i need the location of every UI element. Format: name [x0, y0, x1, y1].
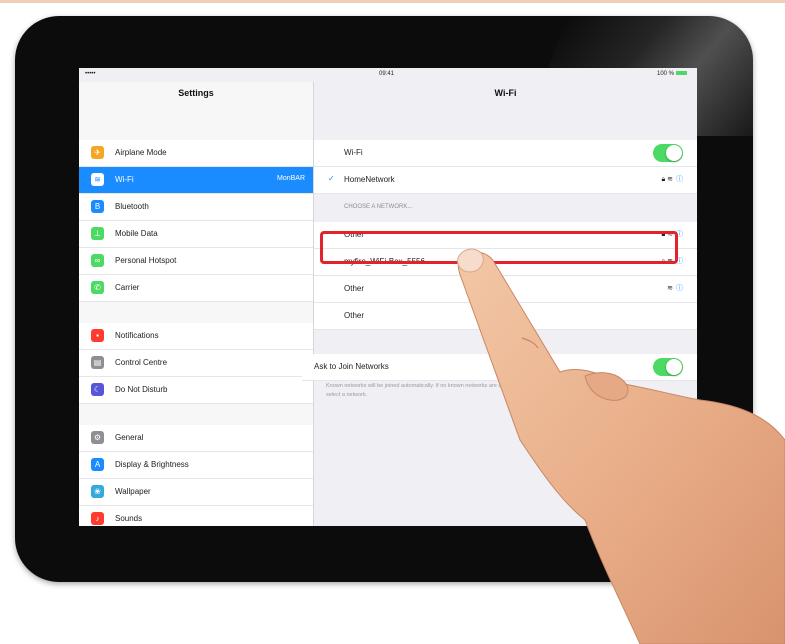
settings-item-sounds[interactable]: ♪ Sounds — [79, 506, 313, 526]
notifications-icon: ▪ — [91, 329, 104, 342]
moon-icon: ☾ — [91, 383, 104, 396]
network-status-icons: ≋ ⓘ — [667, 283, 683, 293]
phone-icon: ✆ — [91, 281, 104, 294]
network-row-other-2[interactable]: Other ≋ ⓘ — [314, 276, 697, 303]
wifi-title: Wi-Fi — [494, 88, 517, 98]
settings-item-value: MonBAR — [276, 175, 305, 182]
info-icon[interactable]: ⓘ — [676, 285, 683, 292]
settings-item-label: Sounds — [115, 514, 143, 523]
airplane-icon: ✈ — [91, 146, 104, 159]
gear-icon: ⚙ — [91, 431, 104, 444]
ask-to-join-description: Known networks will be joined automatica… — [326, 383, 585, 398]
bluetooth-icon: B — [91, 200, 104, 213]
toggle-knob — [666, 359, 682, 375]
carrier-signal: ••••• — [85, 71, 96, 77]
settings-item-general[interactable]: ⚙ General — [79, 425, 313, 452]
wifi-toggle-row: Wi-Fi — [314, 140, 697, 167]
settings-item-notifications[interactable]: ▪ Notifications — [79, 323, 313, 350]
toggle-knob — [666, 145, 682, 161]
settings-item-label: Display & Brightness — [115, 460, 189, 469]
settings-item-label: Control Centre — [115, 358, 168, 367]
status-time: 09:41 — [379, 71, 395, 77]
settings-item-label: Airplane Mode — [115, 148, 167, 157]
ipad-device-frame: ••••• 09:41 100 % Settings ✈ Airplane Mo… — [15, 16, 753, 582]
network-name: Other — [344, 311, 365, 320]
settings-item-label: Bluetooth — [115, 202, 149, 211]
speaker-icon: ♪ — [91, 512, 104, 525]
ask-to-join-toggle[interactable] — [653, 358, 683, 376]
lock-icon: 🔒︎ — [661, 176, 666, 183]
settings-item-wifi[interactable]: ≋ Wi-Fi MonBAR — [79, 167, 313, 194]
display-icon: A — [91, 458, 104, 471]
network-name: Other — [344, 284, 365, 293]
settings-item-bluetooth[interactable]: B Bluetooth — [79, 194, 313, 221]
settings-item-personal-hotspot[interactable]: ∞ Personal Hotspot — [79, 248, 313, 275]
settings-item-control-centre[interactable]: ▤ Control Centre — [79, 350, 313, 377]
settings-item-label: Notifications — [115, 331, 159, 340]
settings-item-display-brightness[interactable]: A Display & Brightness — [79, 452, 313, 479]
control-centre-icon: ▤ — [91, 356, 104, 369]
battery-percent: 100 % — [656, 71, 674, 77]
status-bar: ••••• 09:41 100 % — [79, 68, 697, 82]
settings-sidebar: Settings ✈ Airplane Mode ≋ Wi-Fi MonBAR … — [79, 82, 314, 526]
checkmark-icon: ✓ — [328, 174, 335, 183]
info-icon[interactable]: ⓘ — [676, 176, 683, 183]
settings-item-label: Do Not Disturb — [115, 385, 168, 394]
battery-icon — [676, 71, 687, 76]
wifi-toggle[interactable] — [653, 144, 683, 162]
top-accent-line — [0, 0, 785, 3]
network-highlight-box — [320, 231, 678, 264]
hotspot-icon: ∞ — [91, 254, 104, 267]
connected-network-row[interactable]: ✓ HomeNetwork 🔒︎ ≋ ⓘ — [314, 167, 697, 194]
settings-item-label: Carrier — [115, 283, 140, 292]
wifi-detail-pane: Wi-Fi Wi-Fi ✓ HomeNetwork 🔒︎ ≋ ⓘ CHOOSE A… — [302, 82, 697, 526]
wifi-signal-icon: ≋ — [667, 285, 673, 292]
settings-item-airplane-mode[interactable]: ✈ Airplane Mode — [79, 140, 313, 167]
settings-item-label: Mobile Data — [115, 229, 158, 238]
network-name: HomeNetwork — [344, 175, 395, 184]
network-status-icons: 🔒︎ ≋ ⓘ — [661, 174, 683, 184]
settings-item-carrier[interactable]: ✆ Carrier — [79, 275, 313, 302]
settings-item-label: Wallpaper — [115, 487, 151, 496]
wifi-toggle-label: Wi-Fi — [344, 148, 363, 157]
settings-item-do-not-disturb[interactable]: ☾ Do Not Disturb — [79, 377, 313, 404]
wifi-signal-icon: ≋ — [667, 176, 673, 183]
settings-item-label: General — [115, 433, 144, 442]
network-row-other-3[interactable]: Other — [314, 303, 697, 330]
wifi-icon: ≋ — [91, 173, 104, 186]
choose-network-header: CHOOSE A NETWORK... — [344, 204, 413, 210]
settings-title: Settings — [178, 88, 214, 98]
settings-item-label: Wi-Fi — [115, 175, 134, 184]
wallpaper-icon: ❀ — [91, 485, 104, 498]
antenna-icon: ⊥ — [91, 227, 104, 240]
ask-to-join-label: Ask to Join Networks — [314, 362, 389, 371]
settings-item-label: Personal Hotspot — [115, 256, 177, 265]
ipad-screen: ••••• 09:41 100 % Settings ✈ Airplane Mo… — [79, 68, 697, 526]
battery-indicator: 100 % — [657, 71, 687, 77]
ask-to-join-row: Ask to Join Networks — [302, 354, 697, 381]
settings-item-mobile-data[interactable]: ⊥ Mobile Data — [79, 221, 313, 248]
settings-item-wallpaper[interactable]: ❀ Wallpaper — [79, 479, 313, 506]
